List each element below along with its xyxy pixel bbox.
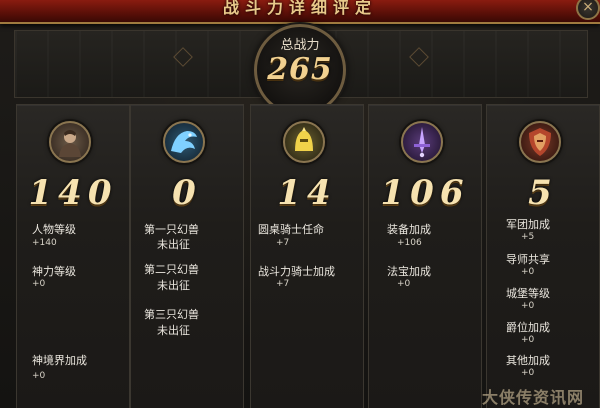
beasts-power-value: 0 [172, 173, 202, 213]
stat-label: 法宝加成 [387, 265, 431, 278]
total-power-value: 265 [267, 52, 333, 87]
stat-value: +0 [521, 301, 535, 311]
window-title-bar: 战斗力详细评定 [0, 0, 600, 24]
stat-label: 军团加成 [506, 218, 550, 231]
stat-value: +0 [397, 279, 411, 289]
stat-label: 其他加成 [506, 354, 550, 367]
stat-value: 未出征 [157, 279, 190, 292]
window-title: 战斗力详细评定 [222, 0, 377, 17]
stat-value: +7 [276, 238, 290, 248]
total-power-label: 总战力 [280, 38, 320, 53]
stat-value: +0 [32, 279, 46, 289]
stat-label: 爵位加成 [506, 321, 550, 334]
stat-value: 未出征 [157, 238, 190, 251]
purple-sword-icon [401, 121, 443, 163]
stat-label: 神境界加成 [32, 354, 87, 367]
stat-value: +0 [521, 368, 535, 378]
legion-power-value: 5 [528, 173, 558, 213]
stat-value: +106 [397, 238, 422, 248]
stat-label: 战斗力骑士加成 [258, 265, 335, 278]
stat-label: 圆桌骑士任命 [258, 223, 324, 236]
warrior-portrait-icon [49, 121, 91, 163]
stat-label: 神力等级 [32, 265, 76, 278]
panel-equipment: 106 装备加成 +106 法宝加成 +0 [368, 104, 482, 408]
stat-value: +140 [32, 238, 57, 248]
character-power-value: 140 [28, 173, 118, 213]
stat-label: 人物等级 [32, 223, 76, 236]
stat-value: 未出征 [157, 324, 190, 337]
stat-value: +7 [276, 279, 290, 289]
stat-label: 导师共享 [506, 253, 550, 266]
equipment-power-value: 106 [380, 173, 470, 213]
knights-power-value: 14 [277, 173, 337, 213]
panel-knights: 14 圆桌骑士任命 +7 战斗力骑士加成 +7 [250, 104, 364, 408]
site-watermark: 大侠传资讯网 [482, 388, 585, 406]
golden-helmet-icon [283, 121, 325, 163]
stat-value: +5 [521, 232, 535, 242]
stat-value: +0 [521, 267, 535, 277]
stat-label: 城堡等级 [506, 287, 550, 300]
legion-shield-icon [519, 121, 561, 163]
blue-dragon-icon [163, 121, 205, 163]
stat-value: +0 [32, 371, 46, 381]
panel-beasts: 0 第一只幻兽 未出征 第二只幻兽 未出征 第三只幻兽 未出征 [130, 104, 244, 408]
panel-legion: 5 军团加成 +5 导师共享 +0 城堡等级 +0 爵位加成 +0 其他加成 +… [486, 104, 600, 408]
stat-label: 第二只幻兽 [144, 263, 199, 276]
stat-label: 第一只幻兽 [144, 223, 199, 236]
stat-value: +0 [521, 335, 535, 345]
stat-label: 第三只幻兽 [144, 308, 199, 321]
stat-label: 装备加成 [387, 223, 431, 236]
panel-character: 140 人物等级 +140 神力等级 +0 神境界加成 +0 [16, 104, 130, 408]
